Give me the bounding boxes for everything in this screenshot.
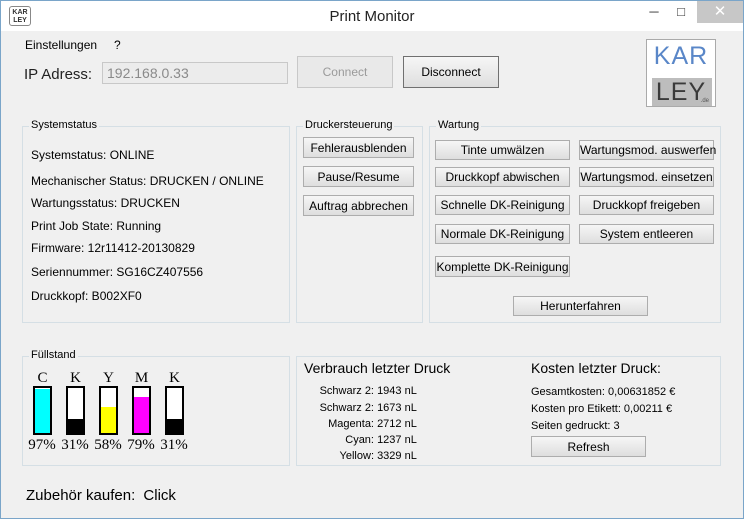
ink-level-fill: [134, 397, 149, 433]
eject-maintenance-module-button[interactable]: Wartungsmod. auswerfen: [579, 140, 716, 160]
release-printhead-button[interactable]: Druckkopf freigeben: [579, 195, 714, 215]
quick-clean-button[interactable]: Schnelle DK-Reinigung: [435, 195, 570, 215]
consumption-row: Cyan: 1237 nL: [345, 434, 417, 446]
title-bar: KAR LEY Print Monitor ─ □ ✕: [1, 1, 743, 31]
ink-percent: 79%: [127, 437, 155, 453]
print-job-state-line: Print Job State: Running: [31, 219, 162, 233]
close-icon[interactable]: ✕: [697, 1, 743, 23]
system-status-line: Systemstatus: ONLINE: [31, 148, 155, 162]
maintenance-title: Wartung: [436, 119, 482, 131]
system-status-group: Systemstatus Systemstatus: ONLINE Mechan…: [22, 119, 290, 323]
ink-letter: M: [134, 370, 149, 386]
system-status-title: Systemstatus: [29, 119, 100, 131]
window-title: Print Monitor: [329, 8, 415, 25]
ink-level-bar: [132, 386, 151, 435]
ink-letter: Y: [103, 370, 114, 386]
accessories-click-link[interactable]: Click: [143, 487, 176, 504]
consumption-row: Schwarz 2: 1943 nL: [319, 385, 417, 397]
ink-level-bar: [33, 386, 52, 435]
costs-title: Kosten letzter Druck:: [531, 360, 661, 376]
ink-level-fill: [101, 406, 116, 433]
minimize-icon[interactable]: ─: [641, 1, 667, 23]
shutdown-button[interactable]: Herunterfahren: [513, 296, 648, 316]
ink-level-fill: [167, 419, 182, 433]
cancel-job-button[interactable]: Auftrag abbrechen: [303, 195, 414, 216]
ink-level-bar: [99, 386, 118, 435]
print-monitor-window: KAR LEY Print Monitor ─ □ ✕ Einstellunge…: [0, 0, 744, 519]
pages-printed-line: Seiten gedruckt: 3: [531, 420, 620, 432]
hide-error-button[interactable]: Fehlerausblenden: [303, 137, 414, 158]
mechanical-status-line: Mechanischer Status: DRUCKEN / ONLINE: [31, 174, 264, 188]
ink-percent: 31%: [61, 437, 89, 453]
firmware-line: Firmware: 12r11412-20130829: [31, 241, 195, 255]
connect-button[interactable]: Connect: [297, 56, 393, 88]
ink-percent: 97%: [28, 437, 56, 453]
accessories-link-row: Zubehör kaufen: Click: [26, 487, 176, 504]
accessories-label: Zubehör kaufen:: [26, 487, 136, 504]
ink-level-fill: [68, 419, 83, 433]
circulate-ink-button[interactable]: Tinte umwälzen: [435, 140, 570, 160]
ip-label: IP Adress:: [24, 66, 93, 83]
fill-level-title: Füllstand: [29, 349, 78, 361]
pause-resume-button[interactable]: Pause/Resume: [303, 166, 414, 187]
consumption-title: Verbrauch letzter Druck: [304, 360, 451, 376]
full-clean-button[interactable]: Komplette DK-Reinigung: [435, 256, 570, 277]
ink-level-fill: [35, 389, 50, 433]
serial-number-line: Seriennummer: SG16CZ407556: [31, 265, 204, 279]
ink-level-bar: [165, 386, 184, 435]
ink-letter: C: [37, 370, 48, 386]
insert-maintenance-module-button[interactable]: Wartungsmod. einsetzen: [579, 167, 714, 187]
printhead-line: Druckkopf: B002XF0: [31, 289, 142, 303]
consumption-row: Yellow: 3329 nL: [339, 450, 417, 462]
ip-input[interactable]: [102, 62, 288, 84]
normal-clean-button[interactable]: Normale DK-Reinigung: [435, 224, 570, 244]
ink-percent: 31%: [160, 437, 188, 453]
total-cost-line: Gesamtkosten: 0,00631852 €: [531, 386, 676, 398]
printer-control-title: Druckersteuerung: [303, 119, 395, 131]
maintenance-status-line: Wartungsstatus: DRUCKEN: [31, 196, 180, 210]
consumption-row: Magenta: 2712 nL: [328, 418, 417, 430]
consumption-row: Schwarz 2: 1673 nL: [319, 402, 417, 414]
disconnect-button[interactable]: Disconnect: [403, 56, 499, 88]
wipe-printhead-button[interactable]: Druckkopf abwischen: [435, 167, 570, 187]
refresh-button[interactable]: Refresh: [531, 436, 646, 457]
ink-letter: K: [70, 370, 81, 386]
menu-settings[interactable]: Einstellungen: [25, 38, 97, 52]
cost-per-label-line: Kosten pro Etikett: 0,00211 €: [531, 403, 673, 415]
ink-letter: K: [169, 370, 180, 386]
drain-system-button[interactable]: System entleeren: [579, 224, 714, 244]
menu-help[interactable]: ?: [114, 38, 121, 52]
karley-logo[interactable]: KAR LEY .de: [646, 39, 716, 107]
ink-level-bar: [66, 386, 85, 435]
ink-percent: 58%: [94, 437, 122, 453]
maximize-icon[interactable]: □: [668, 1, 694, 23]
